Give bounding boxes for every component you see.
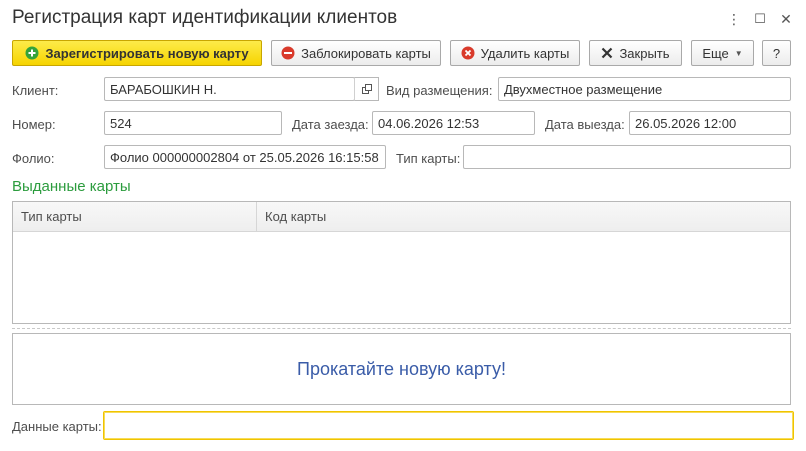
card-type-label: Тип карты: — [396, 151, 461, 166]
swipe-card-panel: Прокатайте новую карту! — [12, 333, 791, 405]
card-registration-window: Регистрация карт идентификации клиентов … — [0, 0, 806, 451]
card-type-field[interactable] — [463, 145, 791, 169]
open-window-icon — [361, 82, 372, 97]
card-data-label: Данные карты: — [12, 419, 102, 434]
plus-circle-icon — [25, 46, 39, 60]
register-card-button[interactable]: Зарегистрировать новую карту — [12, 40, 262, 66]
block-cards-label: Заблокировать карты — [301, 45, 431, 61]
folio-label: Фолио: — [12, 151, 55, 166]
client-field[interactable]: БАРАБОШКИН Н. — [104, 77, 355, 101]
block-icon — [281, 46, 295, 60]
card-data-input[interactable] — [103, 411, 794, 440]
column-card-type[interactable]: Тип карты — [13, 202, 257, 231]
more-options-icon[interactable]: ⋮ — [724, 9, 744, 29]
maximize-icon[interactable]: ☐ — [750, 9, 770, 29]
window-title: Регистрация карт идентификации клиентов — [12, 7, 398, 28]
splitter[interactable] — [12, 328, 791, 329]
register-card-label: Зарегистрировать новую карту — [45, 45, 249, 61]
checkin-field[interactable]: 04.06.2026 12:53 — [372, 111, 535, 135]
issued-cards-title: Выданные карты — [12, 178, 131, 195]
delete-cards-button[interactable]: Удалить карты — [450, 40, 580, 66]
more-label: Еще — [702, 45, 729, 61]
client-label: Клиент: — [12, 83, 59, 98]
issued-cards-table[interactable]: Тип карты Код карты — [12, 201, 791, 324]
close-button[interactable]: Закрыть — [589, 40, 682, 66]
number-label: Номер: — [12, 117, 56, 132]
accommodation-label: Вид размещения: — [386, 83, 493, 98]
help-button[interactable]: ? — [762, 40, 791, 66]
checkin-label: Дата заезда: — [292, 117, 369, 132]
folio-field[interactable]: Фолио 000000002804 от 25.05.2026 16:15:5… — [104, 145, 386, 169]
close-x-icon — [601, 47, 613, 59]
accommodation-field[interactable]: Двухместное размещение — [498, 77, 791, 101]
number-field[interactable]: 524 — [104, 111, 282, 135]
open-client-button[interactable] — [354, 77, 379, 101]
checkout-field[interactable]: 26.05.2026 12:00 — [629, 111, 791, 135]
more-button[interactable]: Еще ▼ — [691, 40, 754, 66]
swipe-card-prompt: Прокатайте новую карту! — [297, 358, 506, 379]
checkout-label: Дата выезда: — [545, 117, 625, 132]
column-card-code[interactable]: Код карты — [257, 202, 790, 231]
delete-cards-label: Удалить карты — [480, 45, 570, 61]
delete-icon — [461, 46, 475, 60]
chevron-down-icon: ▼ — [734, 48, 743, 58]
block-cards-button[interactable]: Заблокировать карты — [271, 40, 441, 66]
close-label: Закрыть — [619, 45, 670, 61]
close-window-icon[interactable]: ✕ — [776, 9, 796, 29]
table-header: Тип карты Код карты — [13, 202, 790, 232]
